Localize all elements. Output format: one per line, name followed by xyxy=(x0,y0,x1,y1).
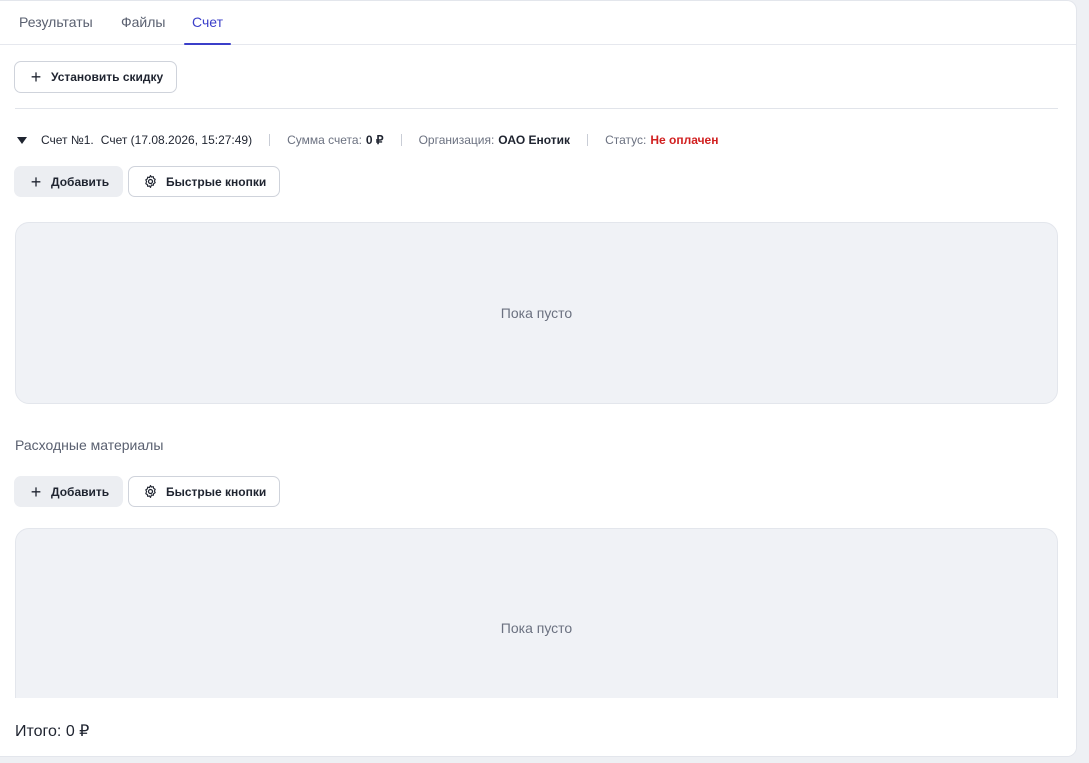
tab-files[interactable]: Файлы xyxy=(117,1,169,44)
organization-value: ОАО Енотик xyxy=(498,133,571,147)
sum-value: 0 ₽ xyxy=(365,133,384,147)
invoice-header: Счет №1. Счет (17.08.2026, 15:27:49) Сум… xyxy=(15,131,718,149)
quick-buttons-label: Быстрые кнопки xyxy=(166,484,267,499)
set-discount-label: Установить скидку xyxy=(51,70,164,84)
separator xyxy=(269,134,271,146)
separator xyxy=(400,134,402,146)
plus-icon: + xyxy=(30,67,42,87)
empty-text: Пока пусто xyxy=(500,305,573,321)
footer xyxy=(0,698,1076,756)
status-label: Статус: xyxy=(605,133,647,147)
empty-text: Пока пусто xyxy=(500,620,573,636)
status-value: Не оплачен xyxy=(650,133,719,147)
plus-icon: + xyxy=(30,481,42,502)
quick-buttons-button[interactable]: Быстрые кнопки xyxy=(128,166,281,197)
organization-label: Организация: xyxy=(418,133,495,147)
invoice-name: Счет (17.08.2026, 15:27:49) xyxy=(100,133,253,147)
tab-results[interactable]: Результаты xyxy=(15,1,97,44)
sum-label: Сумма счета: xyxy=(287,133,362,147)
add-material-label: Добавить xyxy=(51,484,110,499)
invoice-title: Счет №1. xyxy=(41,133,94,147)
tab-bar: Результаты Файлы Счет xyxy=(0,1,1076,45)
add-service-button[interactable]: + Добавить xyxy=(14,166,124,197)
quick-buttons-label: Быстрые кнопки xyxy=(166,174,267,189)
materials-section-title: Расходные материалы xyxy=(15,437,164,453)
invoice-panel: Результаты Файлы Счет + Установить скидк… xyxy=(0,0,1077,757)
materials-quick-buttons-button[interactable]: Быстрые кнопки xyxy=(128,476,281,507)
gear-icon xyxy=(145,485,156,498)
collapse-caret-icon[interactable] xyxy=(17,136,27,144)
gear-icon xyxy=(145,175,156,188)
separator xyxy=(587,134,589,146)
plus-icon: + xyxy=(30,171,42,192)
divider xyxy=(15,108,1058,109)
set-discount-button[interactable]: + Установить скидку xyxy=(14,61,178,93)
services-empty-state: Пока пусто xyxy=(15,222,1058,404)
total-amount: Итого: 0 ₽ xyxy=(15,723,90,740)
tab-invoice[interactable]: Счет xyxy=(184,1,231,45)
add-service-label: Добавить xyxy=(51,174,110,189)
add-material-button[interactable]: + Добавить xyxy=(14,476,124,507)
